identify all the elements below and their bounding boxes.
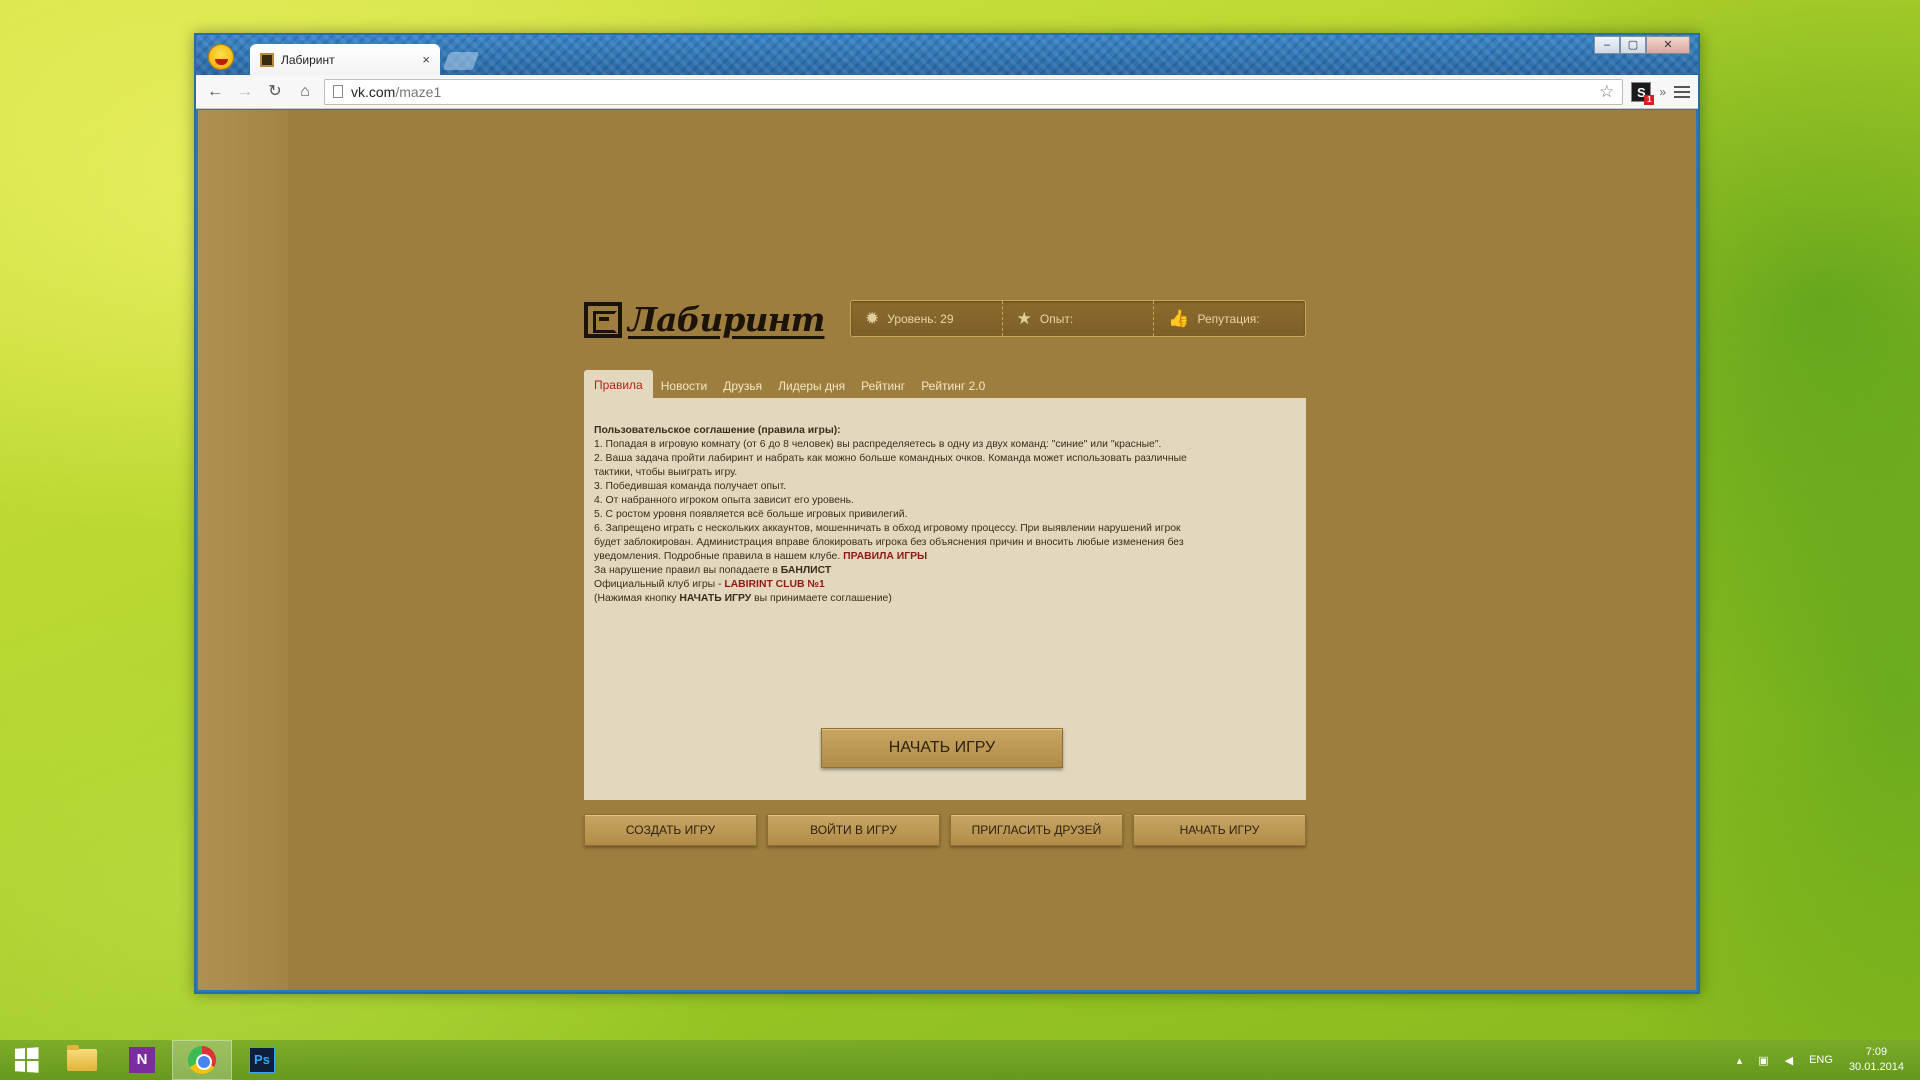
player-stats-bar: ✹ Уровень: 29 ★ Опыт: 👍 Репутация: (850, 300, 1306, 337)
clock-date: 30.01.2014 (1848, 1061, 1904, 1073)
url-text[interactable]: vk.com/maze1 (351, 84, 1591, 100)
start-game-button[interactable]: НАЧАТЬ ИГРУ (1133, 814, 1306, 846)
volume-icon[interactable]: ◀ (1785, 1054, 1793, 1067)
browser-window: Лабиринт × – ▢ ✕ ← → ↻ ⌂ vk.com/maze1 ☆ … (194, 33, 1700, 994)
system-tray: ▴ ▣ ◀ ENG 7:09 30.01.2014 (1737, 1045, 1920, 1075)
start-game-button-main[interactable]: НАЧАТЬ ИГРУ (821, 728, 1063, 768)
window-controls: – ▢ ✕ (1594, 36, 1690, 54)
experience-text: Опыт: (1039, 311, 1074, 326)
address-bar[interactable]: vk.com/maze1 ☆ (324, 78, 1624, 105)
tab-daily-leaders[interactable]: Лидеры дня (770, 374, 853, 398)
agree-bold: НАЧАТЬ ИГРУ (679, 593, 752, 604)
photoshop-icon: Ps (249, 1047, 275, 1073)
forward-arrow-icon[interactable]: → (234, 81, 256, 103)
home-icon[interactable]: ⌂ (294, 81, 316, 103)
tab-close-icon[interactable]: × (422, 52, 430, 67)
url-host: vk.com (351, 83, 396, 100)
reload-icon[interactable]: ↻ (264, 81, 286, 103)
clock-time: 7:09 (1865, 1046, 1888, 1058)
rule-item: 2. Ваша задача пройти лабиринт и набрать… (594, 453, 1187, 478)
game-tabs: Правила Новости Друзья Лидеры дня Рейтин… (584, 370, 993, 398)
labyrinth-logo: Лабиринт (584, 300, 825, 339)
tab-news[interactable]: Новости (653, 374, 715, 398)
stat-experience: ★ Опыт: (1001, 301, 1154, 336)
stat-reputation: 👍 Репутация: (1153, 301, 1305, 336)
browser-tab-active[interactable]: Лабиринт × (250, 44, 440, 75)
minimize-button[interactable]: – (1594, 36, 1620, 54)
rule-item: 1. Попадая в игровую комнату (от 6 до 8 … (594, 439, 1162, 450)
reputation-text: Репутация: (1197, 311, 1260, 326)
rule-item: 5. С ростом уровня появляется всё больше… (594, 509, 908, 520)
extensions-overflow-icon[interactable]: » (1659, 85, 1666, 99)
taskbar-onenote[interactable]: N (112, 1040, 172, 1080)
thumbs-up-icon: 👍 (1168, 308, 1190, 328)
rule-item: 3. Победившая команда получает опыт. (594, 481, 787, 492)
banlist-link[interactable]: БАНЛИСТ (781, 565, 831, 576)
taskbar-explorer[interactable] (52, 1040, 112, 1080)
club-text: Официальный клуб игры - (594, 579, 722, 590)
ban-text: За нарушение правил вы попадаете в (594, 565, 778, 576)
create-game-button[interactable]: СОЗДАТЬ ИГРУ (584, 814, 757, 846)
rules-title: Пользовательское соглашение (правила игр… (594, 425, 841, 436)
rule-item: 4. От набранного игроком опыта зависит е… (594, 495, 854, 506)
onenote-icon: N (129, 1047, 155, 1073)
agree-prefix: (Нажимая кнопку (594, 593, 677, 604)
browser-toolbar: ← → ↻ ⌂ vk.com/maze1 ☆ S » (196, 75, 1698, 109)
logo-text: Лабиринт (628, 300, 825, 339)
close-window-button[interactable]: ✕ (1646, 36, 1690, 54)
left-shade (198, 110, 288, 990)
club-line: Официальный клуб игры - LABIRINT CLUB №1 (594, 578, 1194, 592)
taskbar-photoshop[interactable]: Ps (232, 1040, 292, 1080)
new-tab-button[interactable] (442, 52, 480, 70)
maze-logo-icon (584, 301, 622, 338)
language-indicator[interactable]: ENG (1809, 1054, 1833, 1066)
tab-friends[interactable]: Друзья (715, 374, 770, 398)
agree-suffix: вы принимаете соглашение) (754, 593, 892, 604)
invite-friends-button[interactable]: ПРИГЛАСИТЬ ДРУЗЕЙ (950, 814, 1123, 846)
network-icon[interactable]: ▣ (1758, 1054, 1768, 1067)
url-path: /maze1 (395, 83, 442, 100)
page-icon (333, 85, 343, 98)
chrome-icon (188, 1046, 216, 1074)
browser-menu-icon[interactable] (1674, 85, 1690, 98)
extension-icon[interactable]: S (1631, 81, 1655, 105)
action-buttons: СОЗДАТЬ ИГРУ ВОЙТИ В ИГРУ ПРИГЛАСИТЬ ДРУ… (584, 814, 1306, 846)
taskbar-chrome[interactable] (172, 1040, 232, 1080)
level-text: Уровень: 29 (887, 311, 954, 326)
start-button[interactable] (0, 1040, 52, 1080)
sun-icon: ✹ (865, 308, 880, 328)
ban-line: За нарушение правил вы попадаете в БАНЛИ… (594, 564, 1194, 578)
join-game-button[interactable]: ВОЙТИ В ИГРУ (767, 814, 940, 846)
back-arrow-icon[interactable]: ← (204, 81, 226, 103)
profile-avatar-icon[interactable] (208, 44, 234, 70)
rules-text: Пользовательское соглашение (правила игр… (584, 398, 1204, 606)
tray-overflow-icon[interactable]: ▴ (1737, 1054, 1743, 1067)
rules-panel: Пользовательское соглашение (правила игр… (584, 398, 1306, 800)
page-viewport: Лабиринт ✹ Уровень: 29 ★ Опыт: 👍 Репутац… (198, 110, 1696, 990)
tab-title: Лабиринт (281, 52, 335, 67)
rule-item-6: 6. Запрещено играть с нескольких аккаунт… (594, 522, 1194, 564)
agreement-line: (Нажимая кнопку НАЧАТЬ ИГРУ вы принимает… (594, 592, 1194, 606)
tab-rules[interactable]: Правила (584, 370, 653, 398)
tab-rating[interactable]: Рейтинг (853, 374, 913, 398)
folder-icon (67, 1045, 97, 1071)
star-icon: ★ (1016, 308, 1032, 328)
maximize-button[interactable]: ▢ (1620, 36, 1646, 54)
browser-titlebar: Лабиринт × – ▢ ✕ (196, 35, 1698, 75)
stat-level: ✹ Уровень: 29 (851, 301, 1002, 336)
bookmark-star-icon[interactable]: ☆ (1599, 82, 1614, 102)
labyrinth-favicon-icon (260, 52, 274, 67)
tab-rating-2[interactable]: Рейтинг 2.0 (913, 374, 993, 398)
windows-logo-icon (14, 1047, 39, 1073)
clock[interactable]: 7:09 30.01.2014 (1849, 1045, 1904, 1075)
club-link[interactable]: LABIRINT CLUB №1 (724, 579, 824, 590)
rules-link[interactable]: ПРАВИЛА ИГРЫ (843, 551, 927, 562)
windows-taskbar: N Ps ▴ ▣ ◀ ENG 7:09 30.01.2014 (0, 1040, 1920, 1080)
